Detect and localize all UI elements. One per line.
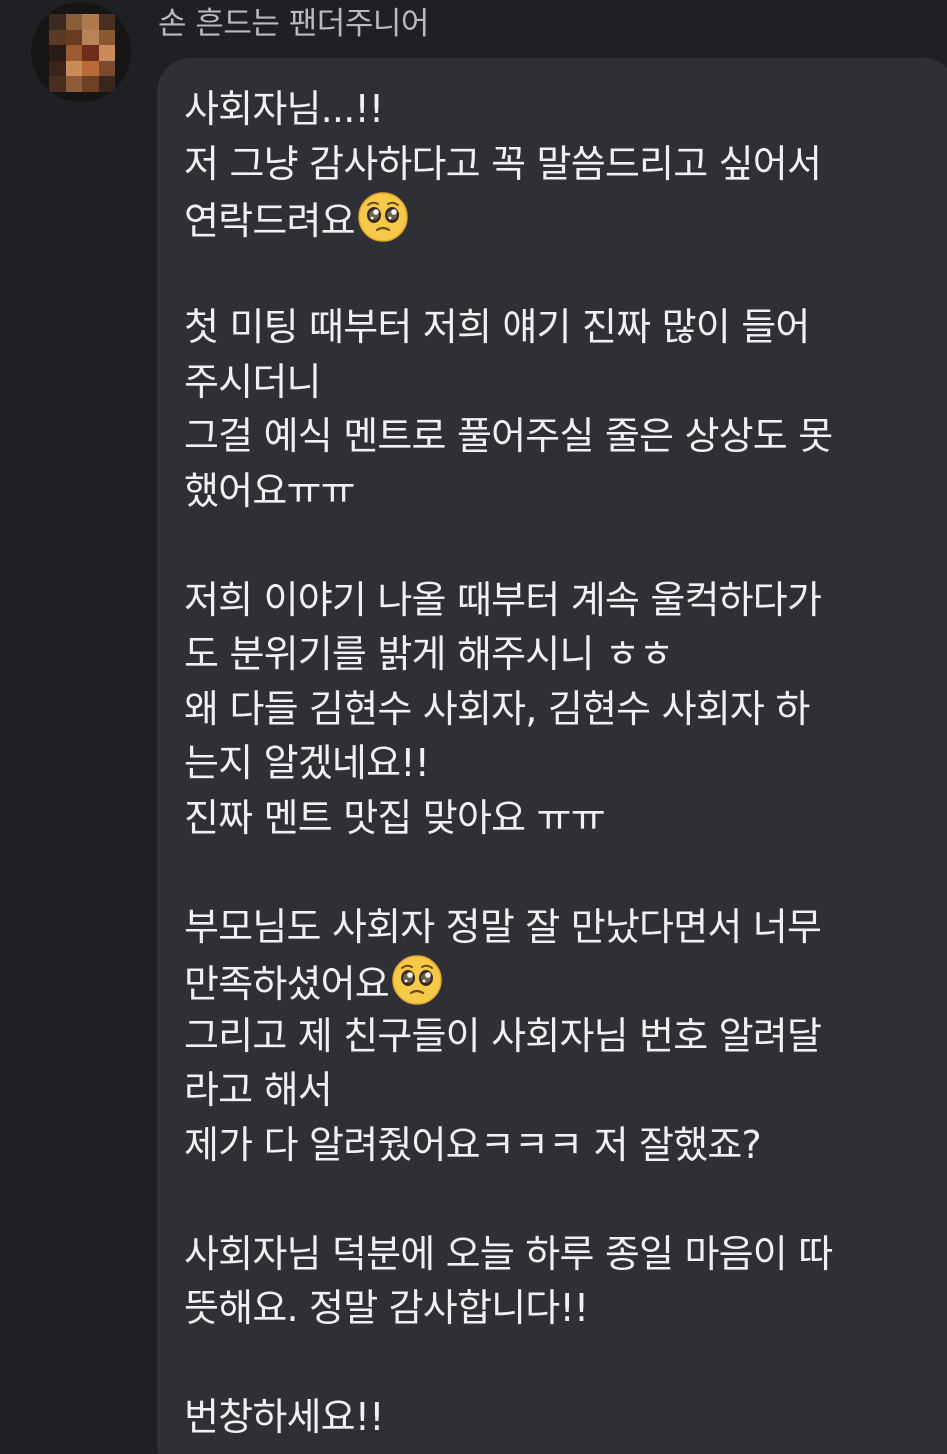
message-bubble[interactable]: 사회자님...!! 저 그냥 감사하다고 꼭 말씀드리고 싶어서연락드려요첫 미팅…	[157, 58, 947, 1454]
message-line-text: 저 그냥 감사하다고 꼭 말씀드리고 싶어서	[184, 141, 822, 186]
avatar-pixel	[98, 29, 115, 46]
avatar-pixel	[98, 76, 115, 92]
message-line: 제가 다 알려줬어요ㅋㅋㅋ 저 잘했죠?	[184, 1118, 931, 1173]
message-line: 그걸 예식 멘트로 풀어주실 줄은 상상도 못	[184, 409, 931, 464]
message-line-text: 제가 다 알려줬어요ㅋㅋㅋ 저 잘했죠?	[184, 1122, 762, 1167]
message-line-text: 사회자님 덕분에 오늘 하루 종일 마음이 따	[184, 1231, 833, 1276]
message-line-text: 그리고 제 친구들이 사회자님 번호 알려달	[184, 1013, 822, 1058]
message-line: 사회자님 덕분에 오늘 하루 종일 마음이 따	[184, 1227, 931, 1282]
message-line-text: 도 분위기를 밝게 해주시니 ㅎㅎ	[184, 632, 674, 676]
avatar-pixel	[49, 60, 66, 77]
message-line-text: 뜻해요. 정말 감사합니다!!	[184, 1286, 589, 1330]
message-line: 사회자님...!!	[184, 82, 931, 137]
message-line: 주시더니	[184, 355, 931, 410]
message-line: 번창하세요!!	[184, 1390, 931, 1445]
message-line-text: 진짜 멘트 맛집 맞아요 ㅠㅠ	[184, 795, 606, 840]
message-line: 왜 다들 김현수 사회자, 김현수 사회자 하	[184, 682, 931, 737]
chat-screen: 손 흔드는 팬더주니어 사회자님...!! 저 그냥 감사하다고 꼭 말씀드리고 …	[0, 0, 947, 1454]
sender-name: 손 흔드는 팬더주니어	[158, 6, 429, 42]
avatar-pixel	[65, 14, 82, 30]
avatar-pixel	[82, 14, 99, 30]
message-line-text: 주시더니	[184, 359, 321, 404]
message-line-text: 그걸 예식 멘트로 풀어주실 줄은 상상도 못	[184, 414, 833, 458]
avatar-pixel	[98, 45, 115, 61]
message-line-text: 연락드려요	[184, 199, 356, 243]
avatar-pixel	[82, 60, 99, 77]
avatar-pixel	[49, 14, 66, 30]
avatar[interactable]	[31, 2, 131, 102]
message-line-text: 라고 해서	[184, 1068, 333, 1112]
avatar-pixel	[49, 76, 66, 92]
message-line-text: 는지 알겠네요!!	[184, 741, 430, 785]
message-line-text: 번창하세요!!	[184, 1395, 384, 1439]
avatar-pixel	[82, 29, 99, 46]
avatar-pixel	[65, 29, 82, 46]
pleading-face-emoji	[392, 955, 442, 1005]
message-line-text: 첫 미팅 때부터 저희 얘기 진짜 많이 들어	[184, 305, 810, 349]
avatar-pixelated-image	[49, 14, 115, 92]
message-line-text: 부모님도 사회자 정말 잘 만났다면서 너무	[184, 904, 822, 949]
message-line: 는지 알겠네요!!	[184, 736, 931, 791]
avatar-pixel	[49, 45, 66, 61]
message-line: 라고 해서	[184, 1063, 931, 1118]
message-line-text: 만족하셨어요	[184, 962, 390, 1006]
message-line: 그리고 제 친구들이 사회자님 번호 알려달	[184, 1009, 931, 1064]
message-line-text: 왜 다들 김현수 사회자, 김현수 사회자 하	[184, 686, 810, 731]
avatar-pixel	[65, 45, 82, 61]
avatar-pixel	[49, 29, 66, 46]
avatar-pixel	[98, 14, 115, 30]
message-line: 저 그냥 감사하다고 꼭 말씀드리고 싶어서	[184, 137, 931, 192]
avatar-pixel	[65, 60, 82, 77]
avatar-pixel	[82, 76, 99, 92]
message-line: 부모님도 사회자 정말 잘 만났다면서 너무	[184, 900, 931, 955]
message-line: 저희 이야기 나올 때부터 계속 울컥하다가	[184, 573, 931, 628]
avatar-pixel	[82, 45, 99, 61]
message-line: 했어요ㅠㅠ	[184, 464, 931, 519]
avatar-pixel	[65, 76, 82, 92]
message-line: 뜻해요. 정말 감사합니다!!	[184, 1281, 931, 1336]
pleading-face-emoji	[358, 192, 408, 242]
message-line-text: 했어요ㅠㅠ	[184, 468, 356, 513]
avatar-pixel	[98, 60, 115, 77]
message-line: 첫 미팅 때부터 저희 얘기 진짜 많이 들어	[184, 300, 931, 355]
message-line: 연락드려요	[184, 191, 931, 246]
message-line-text: 사회자님...!!	[184, 87, 384, 131]
message-line: 도 분위기를 밝게 해주시니 ㅎㅎ	[184, 627, 931, 682]
message-line: 진짜 멘트 맛집 맞아요 ㅠㅠ	[184, 791, 931, 846]
message-line: 만족하셨어요	[184, 954, 931, 1009]
message-line-text: 저희 이야기 나올 때부터 계속 울컥하다가	[184, 577, 822, 622]
